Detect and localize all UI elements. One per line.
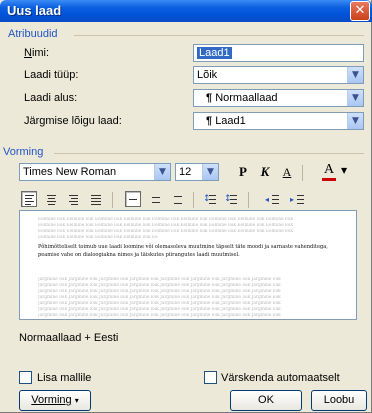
style-description: Normaallaad + Eesti xyxy=(19,332,119,344)
style-type-select[interactable]: Lõik ▼ xyxy=(193,66,364,84)
add-to-template-label[interactable]: Lisa mallile xyxy=(37,372,91,384)
name-label: Nimi: xyxy=(24,47,50,59)
align-left-button[interactable] xyxy=(21,191,37,207)
style-type-label: Laadi tüüp: xyxy=(24,69,79,81)
preview-next-paragraph: Järgmine lõik Järgmine lõik Järgmine lõi… xyxy=(38,307,281,312)
increase-indent-icon[interactable]: ▸ xyxy=(289,191,305,207)
name-input[interactable]: Laad1 xyxy=(193,44,364,62)
format-button-label: Vorming xyxy=(31,394,72,406)
single-spacing-button[interactable] xyxy=(125,191,141,207)
align-center-button[interactable] xyxy=(43,191,59,207)
preview-next-paragraph: Järgmine lõik Järgmine lõik Järgmine lõi… xyxy=(38,277,281,282)
close-icon[interactable]: ✕ xyxy=(350,1,370,21)
next-style-label: Järgmise lõigu laad: xyxy=(24,115,122,127)
based-on-label: Laadi alus: xyxy=(24,92,78,104)
bold-button[interactable]: P xyxy=(234,163,252,181)
chevron-down-icon[interactable]: ▼ xyxy=(347,113,363,129)
toolbar-separator xyxy=(302,165,303,181)
align-right-button[interactable] xyxy=(65,191,81,207)
add-to-template-checkbox[interactable] xyxy=(19,371,32,384)
underline-button[interactable]: A xyxy=(278,163,296,181)
font-color-swatch xyxy=(322,178,336,181)
font-select[interactable]: Times New Roman ▼ xyxy=(19,163,171,181)
chevron-down-icon[interactable]: ▼ xyxy=(347,90,363,106)
font-value: Times New Roman xyxy=(23,166,117,178)
preview-next-paragraph: Järgmine lõik Järgmine lõik Järgmine lõi… xyxy=(38,289,281,294)
based-on-value-text: Normaallaad xyxy=(215,92,278,104)
one-half-spacing-button[interactable] xyxy=(148,191,164,207)
space-before-icon[interactable]: ↕ xyxy=(202,191,218,207)
font-color-dropdown-icon[interactable]: ▼ xyxy=(341,166,347,175)
justify-button[interactable] xyxy=(87,191,103,207)
preview-sample-paragraph: Põhimõtteliselt toimub uue laadi loomine… xyxy=(38,244,328,258)
toolbar-separator xyxy=(112,192,113,208)
title-bar[interactable]: Uus laad ✕ xyxy=(0,0,372,22)
chevron-down-icon[interactable]: ▼ xyxy=(202,164,218,180)
decrease-indent-icon[interactable]: ◂ xyxy=(264,191,280,207)
toolbar-separator xyxy=(193,192,194,208)
preview-previous-paragraph: Eelmine lõik Eelmine lõik Eelmine lõik E… xyxy=(38,235,158,240)
chevron-down-icon: ▾ xyxy=(74,396,79,405)
font-size-value: 12 xyxy=(179,166,192,178)
preview-next-paragraph: Järgmine lõik Järgmine lõik Järgmine lõi… xyxy=(38,301,281,306)
preview-next-paragraph: Järgmine lõik Järgmine lõik Järgmine lõi… xyxy=(38,313,281,318)
font-size-select[interactable]: 12 ▼ xyxy=(175,163,219,181)
name-input-value: Laad1 xyxy=(197,47,232,59)
font-color-icon: A xyxy=(323,162,335,177)
chevron-down-icon[interactable]: ▼ xyxy=(347,67,363,83)
auto-update-label[interactable]: Värskenda automaatselt xyxy=(221,372,340,384)
font-color-button[interactable]: A xyxy=(320,161,338,181)
preview-next-paragraph: Järgmine lõik Järgmine lõik Järgmine lõi… xyxy=(38,295,281,300)
based-on-select[interactable]: ¶ Normaallaad ▼ xyxy=(193,89,364,107)
preview-previous-paragraph: Eelmine lõik Eelmine lõik Eelmine lõik E… xyxy=(38,217,293,222)
style-preview: Eelmine lõik Eelmine lõik Eelmine lõik E… xyxy=(19,210,357,320)
cancel-button[interactable]: Loobu xyxy=(311,390,367,411)
based-on-value: ¶ Normaallaad xyxy=(206,92,278,104)
attributes-section-title: Atribuudid xyxy=(8,28,58,40)
format-menu-button[interactable]: Vorming ▾ xyxy=(19,390,91,411)
formatting-section-title: Vorming xyxy=(3,146,44,158)
preview-next-paragraph: Järgmine lõik Järgmine lõik Järgmine lõi… xyxy=(38,283,281,288)
dialog-title: Uus laad xyxy=(7,3,62,18)
toolbar-separator xyxy=(248,192,249,208)
style-type-value: Lõik xyxy=(197,69,218,81)
italic-button[interactable]: K xyxy=(256,163,274,181)
new-style-dialog: Uus laad ✕ Atribuudid Nimi: Laad1 Laadi … xyxy=(0,0,372,413)
paragraph-mark-icon: ¶ xyxy=(206,115,213,127)
next-style-value-text: Laad1 xyxy=(215,115,246,127)
preview-previous-paragraph: Eelmine lõik Eelmine lõik Eelmine lõik E… xyxy=(38,223,293,228)
next-style-value: ¶ Laad1 xyxy=(206,115,246,127)
attributes-divider xyxy=(74,35,364,36)
double-spacing-button[interactable] xyxy=(170,191,186,207)
name-label-text: imi: xyxy=(31,47,50,59)
space-after-icon[interactable]: ↕ xyxy=(223,191,239,207)
chevron-down-icon[interactable]: ▼ xyxy=(154,164,170,180)
next-style-select[interactable]: ¶ Laad1 ▼ xyxy=(193,112,364,130)
preview-previous-paragraph: Eelmine lõik Eelmine lõik Eelmine lõik E… xyxy=(38,229,293,234)
ok-button[interactable]: OK xyxy=(230,390,302,411)
paragraph-mark-icon: ¶ xyxy=(206,92,213,104)
formatting-divider xyxy=(54,153,364,154)
auto-update-checkbox[interactable] xyxy=(204,371,217,384)
